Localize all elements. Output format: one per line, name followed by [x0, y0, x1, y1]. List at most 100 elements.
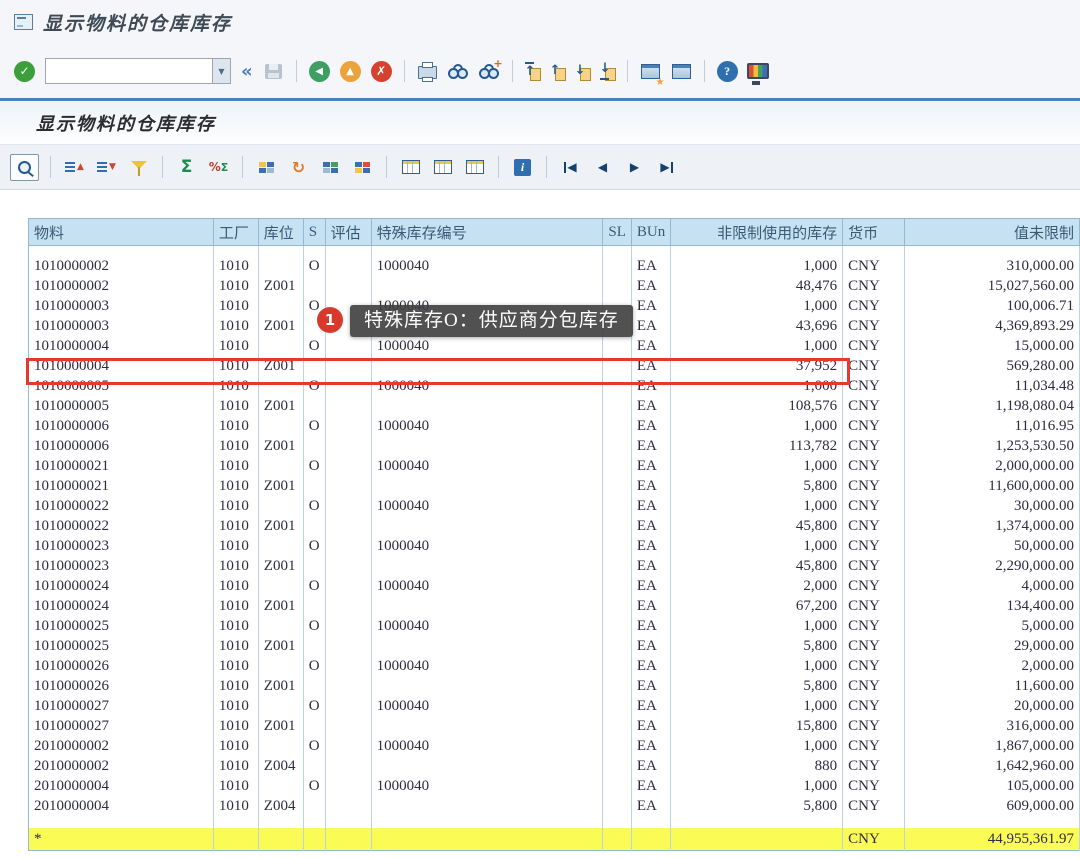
- cell-sl[interactable]: [603, 736, 632, 756]
- cell-material[interactable]: 1010000027: [29, 716, 214, 736]
- cell-special-stock[interactable]: O: [303, 736, 325, 756]
- cell-material[interactable]: 1010000006: [29, 416, 214, 436]
- table-row[interactable]: 20100000041010O1000040EA1,000CNY105,000.…: [29, 776, 1080, 796]
- choose-layout-icon[interactable]: [398, 155, 423, 180]
- cell-valuation[interactable]: [325, 536, 371, 556]
- cell-currency[interactable]: CNY: [843, 336, 905, 356]
- cell-storage-location[interactable]: [258, 256, 303, 276]
- cell-special-stock[interactable]: O: [303, 656, 325, 676]
- cell-special-stock[interactable]: O: [303, 296, 325, 316]
- cell-storage-location[interactable]: [258, 696, 303, 716]
- cell-special-stock-number[interactable]: 1000040: [371, 456, 603, 476]
- cell-material[interactable]: 2010000002: [29, 736, 214, 756]
- cell-sl[interactable]: [603, 396, 632, 416]
- cell-valuation[interactable]: [325, 576, 371, 596]
- cell-storage-location[interactable]: [258, 616, 303, 636]
- cell-unrestricted-stock[interactable]: 1,000: [671, 456, 843, 476]
- cell-storage-location[interactable]: Z001: [258, 676, 303, 696]
- previous-page-icon[interactable]: ↑: [548, 62, 567, 81]
- cell-valuation[interactable]: [325, 616, 371, 636]
- cell-storage-location[interactable]: Z004: [258, 756, 303, 776]
- table-row[interactable]: 10100000261010Z001EA5,800CNY11,600.00: [29, 676, 1080, 696]
- cell-plant[interactable]: 1010: [213, 476, 258, 496]
- cell-valuation[interactable]: [325, 636, 371, 656]
- cell-unrestricted-stock[interactable]: 1,000: [671, 536, 843, 556]
- cell-plant[interactable]: 1010: [213, 736, 258, 756]
- cell-unrestricted-stock[interactable]: 1,000: [671, 256, 843, 276]
- find-next-icon[interactable]: +: [477, 59, 502, 84]
- cell-unrestricted-stock[interactable]: 880: [671, 756, 843, 776]
- cell-special-stock[interactable]: [303, 396, 325, 416]
- cell-material[interactable]: 1010000022: [29, 516, 214, 536]
- cell-storage-location[interactable]: [258, 656, 303, 676]
- cell-plant[interactable]: 1010: [213, 536, 258, 556]
- cell-base-unit[interactable]: EA: [631, 716, 670, 736]
- cell-base-unit[interactable]: EA: [631, 756, 670, 776]
- scroll-last-icon[interactable]: ▶: [654, 155, 679, 180]
- cell-special-stock[interactable]: [303, 636, 325, 656]
- table-row[interactable]: 10100000251010O1000040EA1,000CNY5,000.00: [29, 616, 1080, 636]
- cell-currency[interactable]: CNY: [843, 376, 905, 396]
- cell-currency[interactable]: CNY: [843, 576, 905, 596]
- cell-material[interactable]: 1010000027: [29, 696, 214, 716]
- cell-special-stock-number[interactable]: [371, 316, 603, 336]
- cell-material[interactable]: 1010000002: [29, 256, 214, 276]
- column-header-special-stock-number[interactable]: 特殊库存编号: [371, 219, 603, 246]
- cell-storage-location[interactable]: Z001: [258, 516, 303, 536]
- cell-currency[interactable]: CNY: [843, 436, 905, 456]
- cell-currency[interactable]: CNY: [843, 276, 905, 296]
- cell-currency[interactable]: CNY: [843, 596, 905, 616]
- cell-material[interactable]: 1010000025: [29, 616, 214, 636]
- cell-storage-location[interactable]: Z001: [258, 596, 303, 616]
- total-base-unit[interactable]: [631, 828, 670, 851]
- cell-base-unit[interactable]: EA: [631, 376, 670, 396]
- cell-special-stock[interactable]: O: [303, 256, 325, 276]
- cell-base-unit[interactable]: EA: [631, 476, 670, 496]
- cell-value-unrestricted[interactable]: 1,198,080.04: [905, 396, 1080, 416]
- total-value-unrestricted[interactable]: 44,955,361.97: [905, 828, 1080, 851]
- cell-material[interactable]: 1010000003: [29, 316, 214, 336]
- total-storage-location[interactable]: [258, 828, 303, 851]
- cell-valuation[interactable]: [325, 396, 371, 416]
- cell-valuation[interactable]: [325, 256, 371, 276]
- cell-plant[interactable]: 1010: [213, 436, 258, 456]
- cell-valuation[interactable]: [325, 336, 371, 356]
- cell-special-stock-number[interactable]: 1000040: [371, 536, 603, 556]
- cell-storage-location[interactable]: [258, 336, 303, 356]
- cell-sl[interactable]: [603, 636, 632, 656]
- cell-special-stock[interactable]: [303, 716, 325, 736]
- total-unrestricted-stock[interactable]: [671, 828, 843, 851]
- cell-currency[interactable]: CNY: [843, 796, 905, 816]
- cell-storage-location[interactable]: Z001: [258, 316, 303, 336]
- cell-material[interactable]: 1010000006: [29, 436, 214, 456]
- cell-material[interactable]: 1010000005: [29, 376, 214, 396]
- cell-valuation[interactable]: [325, 296, 371, 316]
- cell-storage-location[interactable]: Z001: [258, 396, 303, 416]
- cell-valuation[interactable]: [325, 276, 371, 296]
- cell-base-unit[interactable]: EA: [631, 256, 670, 276]
- cell-unrestricted-stock[interactable]: 1,000: [671, 296, 843, 316]
- cell-material[interactable]: 1010000002: [29, 276, 214, 296]
- cell-storage-location[interactable]: Z004: [258, 796, 303, 816]
- cell-special-stock-number[interactable]: [371, 716, 603, 736]
- cell-currency[interactable]: CNY: [843, 756, 905, 776]
- table-row[interactable]: 10100000241010Z001EA67,200CNY134,400.00: [29, 596, 1080, 616]
- column-header-plant[interactable]: 工厂: [213, 219, 258, 246]
- cancel-icon[interactable]: ✗: [369, 59, 394, 84]
- cell-special-stock[interactable]: [303, 476, 325, 496]
- cell-plant[interactable]: 1010: [213, 376, 258, 396]
- cell-storage-location[interactable]: [258, 456, 303, 476]
- cell-plant[interactable]: 1010: [213, 556, 258, 576]
- cell-special-stock-number[interactable]: 1000040: [371, 736, 603, 756]
- next-page-icon[interactable]: ↓: [573, 62, 592, 81]
- cell-base-unit[interactable]: EA: [631, 436, 670, 456]
- cell-storage-location[interactable]: Z001: [258, 556, 303, 576]
- cell-currency[interactable]: CNY: [843, 716, 905, 736]
- cell-sl[interactable]: [603, 436, 632, 456]
- cell-sl[interactable]: [603, 276, 632, 296]
- cell-special-stock[interactable]: [303, 356, 325, 376]
- cell-sl[interactable]: [603, 296, 632, 316]
- cell-special-stock-number[interactable]: [371, 476, 603, 496]
- cell-material[interactable]: 2010000002: [29, 756, 214, 776]
- cell-base-unit[interactable]: EA: [631, 516, 670, 536]
